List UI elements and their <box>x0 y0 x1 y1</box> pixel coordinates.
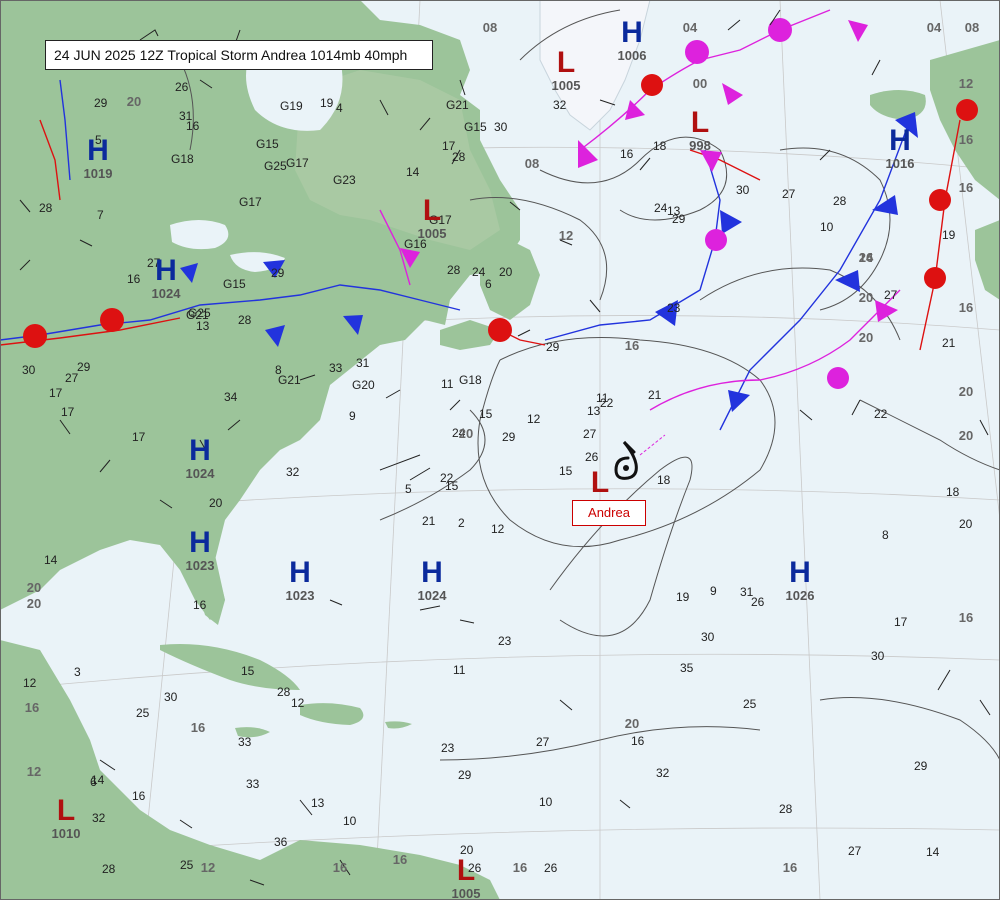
map-frame <box>0 0 1000 900</box>
